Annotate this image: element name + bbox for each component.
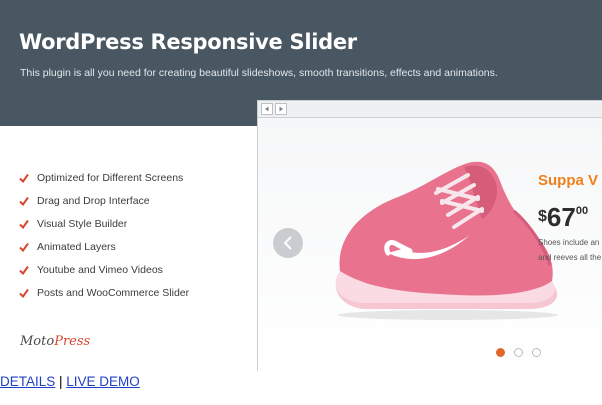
- slider-dot-2[interactable]: [514, 348, 523, 357]
- feature-item: Youtube and Vimeo Videos: [19, 258, 189, 281]
- motopress-logo: MotoPress: [20, 334, 91, 349]
- slider-dot-3[interactable]: [532, 348, 541, 357]
- feature-item: Optimized for Different Screens: [19, 166, 189, 189]
- feature-item: Visual Style Builder: [19, 212, 189, 235]
- slide-viewport: Suppa V $6700 Shoes include an and reeve…: [258, 118, 602, 371]
- checkmark-icon: [19, 288, 29, 298]
- browser-forward-button: [275, 103, 287, 115]
- feature-item: Drag and Drop Interface: [19, 189, 189, 212]
- banner-title: WordPress Responsive Slider: [19, 30, 357, 54]
- triangle-right-icon: [279, 106, 283, 112]
- checkmark-icon: [19, 219, 29, 229]
- browser-toolbar: [258, 101, 602, 118]
- banner-subtitle: This plugin is all you need for creating…: [20, 67, 498, 79]
- slider-dot-1[interactable]: [496, 348, 505, 357]
- feature-label: Optimized for Different Screens: [37, 171, 184, 184]
- product-description: Shoes include an and reeves all the: [538, 238, 602, 262]
- feature-label: Youtube and Vimeo Videos: [37, 263, 163, 276]
- live-demo-link[interactable]: LIVE DEMO: [66, 374, 140, 389]
- links-row: DETAILS | LIVE DEMO: [0, 374, 140, 389]
- feature-label: Animated Layers: [37, 240, 116, 253]
- checkmark-icon: [19, 196, 29, 206]
- slider-prev-button[interactable]: [273, 228, 303, 258]
- slider-pagination: [496, 348, 541, 357]
- browser-mockup: Suppa V $6700 Shoes include an and reeve…: [257, 100, 602, 371]
- link-separator: |: [55, 374, 67, 389]
- feature-item: Animated Layers: [19, 235, 189, 258]
- feature-label: Visual Style Builder: [37, 217, 128, 230]
- slider-banner-image: WordPress Responsive Slider This plugin …: [0, 0, 602, 371]
- checkmark-icon: [19, 173, 29, 183]
- triangle-left-icon: [265, 106, 269, 112]
- chevron-left-icon: [283, 236, 292, 250]
- checkmark-icon: [19, 242, 29, 252]
- feature-label: Drag and Drop Interface: [37, 194, 150, 207]
- browser-back-button: [261, 103, 273, 115]
- feature-label: Posts and WooCommerce Slider: [37, 286, 190, 299]
- details-link[interactable]: DETAILS: [0, 374, 55, 389]
- feature-item: Posts and WooCommerce Slider: [19, 281, 189, 304]
- product-name: Suppa V: [538, 172, 599, 189]
- checkmark-icon: [19, 265, 29, 275]
- product-price: $6700: [538, 202, 589, 232]
- feature-list: Optimized for Different Screens Drag and…: [19, 166, 189, 304]
